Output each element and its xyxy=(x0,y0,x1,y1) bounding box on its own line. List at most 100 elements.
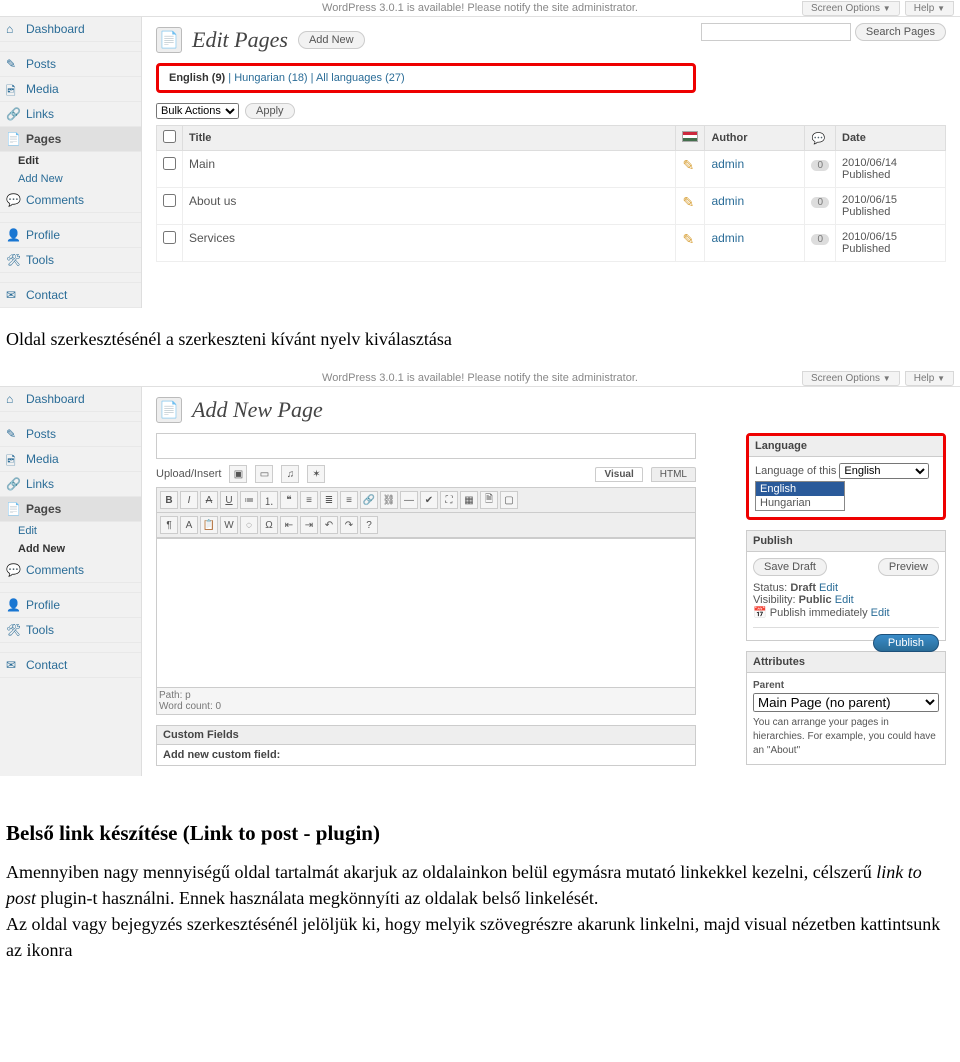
tab-visual[interactable]: Visual xyxy=(595,467,642,482)
bulk-actions-select[interactable]: Bulk Actions xyxy=(156,103,239,119)
undo-button[interactable]: ↶ xyxy=(320,516,338,534)
sidebar-item-profile[interactable]: 👤Profile xyxy=(0,593,141,618)
ol-button[interactable]: ⒈ xyxy=(260,491,278,509)
select-all-checkbox[interactable] xyxy=(163,130,176,143)
apply-button[interactable]: Apply xyxy=(245,103,295,119)
sidebar-item-dashboard[interactable]: ⌂Dashboard xyxy=(0,17,141,42)
comment-count[interactable]: 0 xyxy=(811,197,829,208)
preview-button[interactable]: Preview xyxy=(878,558,939,576)
sidebar-item-posts[interactable]: ✎Posts xyxy=(0,52,141,77)
pencil-icon[interactable]: ✎ xyxy=(682,194,694,210)
char-button[interactable]: Ω xyxy=(260,516,278,534)
media-icon: 🖻 xyxy=(6,452,20,466)
sidebar-sub-edit[interactable]: Edit xyxy=(0,522,141,540)
align-center-button[interactable]: ≣ xyxy=(320,491,338,509)
screen-options-button[interactable]: Screen Options ▼ xyxy=(802,1,900,16)
kitchensink-button[interactable]: ▦ xyxy=(460,491,478,509)
italic-button[interactable]: I xyxy=(180,491,198,509)
parent-select[interactable]: Main Page (no parent) xyxy=(753,693,939,712)
strike-button[interactable]: A xyxy=(200,491,218,509)
paste-word-button[interactable]: W xyxy=(220,516,238,534)
sidebar-item-posts[interactable]: ✎Posts xyxy=(0,422,141,447)
outdent-button[interactable]: ⇤ xyxy=(280,516,298,534)
underline-button[interactable]: U xyxy=(220,491,238,509)
search-input[interactable] xyxy=(701,23,851,41)
page-title-input[interactable] xyxy=(156,433,696,459)
add-new-button[interactable]: Add New xyxy=(298,31,365,49)
row-checkbox[interactable] xyxy=(163,231,176,244)
visibility-value: Public xyxy=(799,594,832,606)
row-title[interactable]: About us xyxy=(189,194,236,208)
language-select[interactable]: English xyxy=(839,463,929,479)
pencil-icon[interactable]: ✎ xyxy=(682,157,694,173)
linktopost-icon[interactable]: 🗎 xyxy=(480,491,498,509)
pencil-icon[interactable]: ✎ xyxy=(682,231,694,247)
ul-button[interactable]: ≔ xyxy=(240,491,258,509)
visibility-edit-link[interactable]: Edit xyxy=(835,594,854,606)
help-icon[interactable]: ? xyxy=(360,516,378,534)
extra-button[interactable]: ▢ xyxy=(500,491,518,509)
publish-button[interactable]: Publish xyxy=(873,634,939,652)
help-button[interactable]: Help ▼ xyxy=(905,1,954,16)
sidebar-sub-edit[interactable]: Edit xyxy=(0,152,141,170)
lang-filter-english[interactable]: English (9) xyxy=(169,72,225,84)
indent-button[interactable]: ⇥ xyxy=(300,516,318,534)
bold-button[interactable]: B xyxy=(160,491,178,509)
add-image-icon[interactable]: ▣ xyxy=(229,465,247,483)
align-right-button[interactable]: ≡ xyxy=(340,491,358,509)
color-button[interactable]: A xyxy=(180,516,198,534)
sidebar-item-profile[interactable]: 👤Profile xyxy=(0,223,141,248)
add-media-icon[interactable]: ✶ xyxy=(307,465,325,483)
save-draft-button[interactable]: Save Draft xyxy=(753,558,827,576)
row-author[interactable]: admin xyxy=(711,157,744,171)
align-left-button[interactable]: ≡ xyxy=(300,491,318,509)
search-pages-button[interactable]: Search Pages xyxy=(855,23,946,41)
row-title[interactable]: Services xyxy=(189,231,235,245)
redo-button[interactable]: ↷ xyxy=(340,516,358,534)
sidebar-item-links[interactable]: 🔗Links xyxy=(0,472,141,497)
row-title[interactable]: Main xyxy=(189,157,215,171)
link-button[interactable]: 🔗 xyxy=(360,491,378,509)
sidebar-item-contact[interactable]: ✉Contact xyxy=(0,653,141,678)
unlink-button[interactable]: ⛓ xyxy=(380,491,398,509)
comment-count[interactable]: 0 xyxy=(811,160,829,171)
sidebar-sub-addnew[interactable]: Add New xyxy=(0,170,141,188)
row-checkbox[interactable] xyxy=(163,157,176,170)
format-button[interactable]: ¶ xyxy=(160,516,178,534)
language-option-english[interactable]: English xyxy=(756,482,844,496)
sidebar-item-tools[interactable]: 🛠Tools xyxy=(0,618,141,643)
content-editor[interactable] xyxy=(156,538,696,688)
sidebar-item-media[interactable]: 🖻Media xyxy=(0,447,141,472)
add-video-icon[interactable]: ▭ xyxy=(255,465,273,483)
status-edit-link[interactable]: Edit xyxy=(819,582,838,594)
fullscreen-button[interactable]: ⛶ xyxy=(440,491,458,509)
row-checkbox[interactable] xyxy=(163,194,176,207)
sidebar-item-contact[interactable]: ✉Contact xyxy=(0,283,141,308)
sidebar-item-pages[interactable]: 📄Pages xyxy=(0,127,141,152)
quote-button[interactable]: ❝ xyxy=(280,491,298,509)
more-button[interactable]: — xyxy=(400,491,418,509)
sidebar-item-media[interactable]: 🖻Media xyxy=(0,77,141,102)
page-icon: 📄 xyxy=(6,502,20,516)
lang-filter-hungarian[interactable]: Hungarian (18) xyxy=(234,72,307,84)
add-audio-icon[interactable]: ♫ xyxy=(281,465,299,483)
sidebar-item-comments[interactable]: 💬Comments xyxy=(0,558,141,583)
row-author[interactable]: admin xyxy=(711,231,744,245)
sidebar-item-dashboard[interactable]: ⌂Dashboard xyxy=(0,387,141,412)
help-button[interactable]: Help ▼ xyxy=(905,371,954,386)
clear-button[interactable]: ◌ xyxy=(240,516,258,534)
sidebar-item-pages[interactable]: 📄Pages xyxy=(0,497,141,522)
sidebar-item-tools[interactable]: 🛠Tools xyxy=(0,248,141,273)
tab-html[interactable]: HTML xyxy=(651,467,696,482)
language-option-hungarian[interactable]: Hungarian xyxy=(756,496,844,510)
lang-filter-all[interactable]: All languages (27) xyxy=(316,72,405,84)
row-author[interactable]: admin xyxy=(711,194,744,208)
sidebar-item-comments[interactable]: 💬Comments xyxy=(0,188,141,213)
screen-options-button[interactable]: Screen Options ▼ xyxy=(802,371,900,386)
comment-count[interactable]: 0 xyxy=(811,234,829,245)
paste-button[interactable]: 📋 xyxy=(200,516,218,534)
sidebar-item-links[interactable]: 🔗Links xyxy=(0,102,141,127)
schedule-edit-link[interactable]: Edit xyxy=(871,607,890,619)
spell-button[interactable]: ✔ xyxy=(420,491,438,509)
sidebar-sub-addnew[interactable]: Add New xyxy=(0,540,141,558)
